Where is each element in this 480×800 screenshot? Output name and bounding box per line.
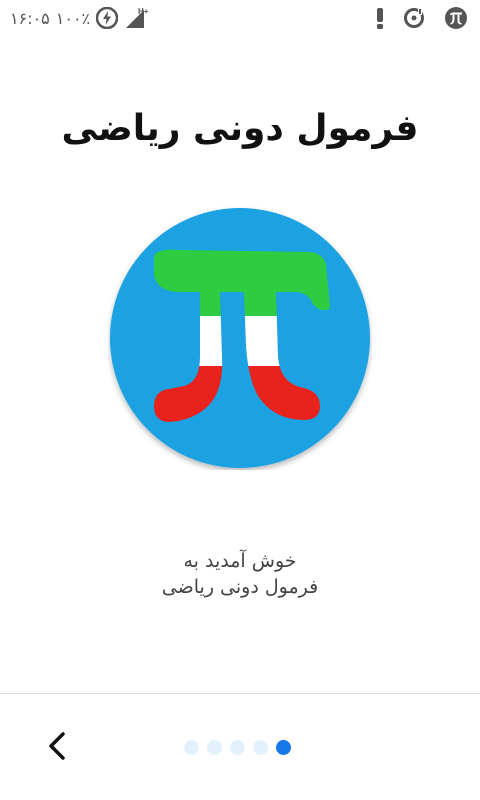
welcome-line-2: فرمول دونی ریاضی [161, 576, 319, 598]
status-bar: ۱۶:۰۵ ۱۰۰٪ H+ [0, 0, 480, 36]
page-dot [207, 739, 222, 755]
page-dot [230, 739, 245, 755]
svg-text:H+: H+ [138, 7, 149, 16]
record-icon [402, 6, 426, 30]
welcome-message: خوش آمدید به فرمول دونی ریاضی [0, 548, 480, 600]
status-right-group [376, 4, 468, 32]
pi-app-icon [444, 6, 468, 30]
alert-icon [376, 6, 384, 30]
signal-h-plus-icon: H+ [124, 6, 150, 30]
page-indicator [184, 738, 291, 756]
page-dot [184, 739, 199, 755]
chevron-left-icon [49, 732, 65, 760]
charging-circle-icon [96, 7, 119, 29]
welcome-line-1: خوش آمدید به [183, 550, 297, 572]
pi-logo-icon [110, 208, 370, 468]
back-button[interactable] [36, 726, 76, 766]
status-battery: ۱۰۰٪ [55, 8, 91, 28]
page-title: فرمول دونی ریاضی [61, 108, 419, 149]
app-logo [108, 206, 372, 470]
status-left-group: ۱۶:۰۵ ۱۰۰٪ H+ [10, 4, 150, 32]
onboarding-screen: ۱۶:۰۵ ۱۰۰٪ H+ فرمول دونی ریاضی خوش آمدید… [0, 0, 480, 800]
page-dot [253, 739, 268, 755]
bottom-divider [0, 693, 480, 694]
status-time: ۱۶:۰۵ [10, 8, 50, 28]
page-dot-active [276, 739, 291, 755]
